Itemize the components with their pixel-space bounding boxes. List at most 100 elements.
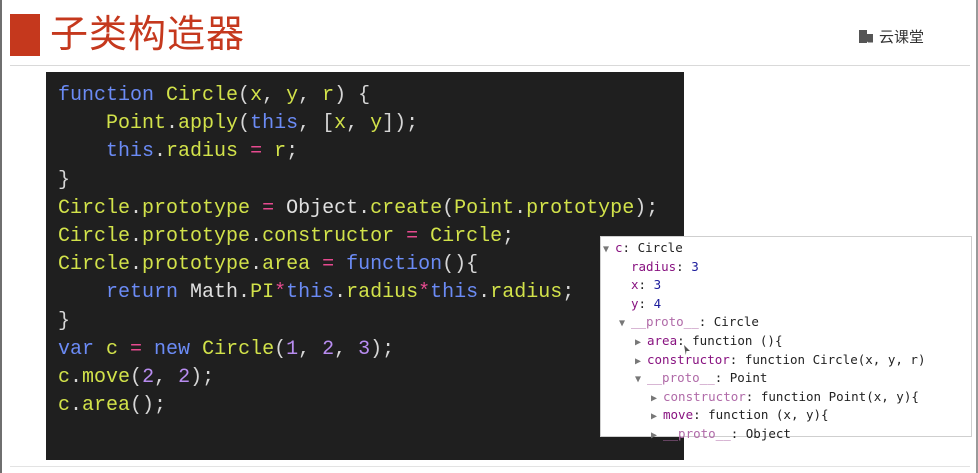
property-value: :	[638, 295, 654, 311]
inspector-row[interactable]: ▶ area: function (){	[601, 332, 971, 351]
slide-left-border	[0, 0, 2, 473]
collapsed-arrow-icon[interactable]: ▶	[651, 427, 663, 446]
cloud-classroom-icon	[858, 29, 873, 45]
property-value: : Circle	[698, 314, 759, 330]
code-token: ,	[262, 84, 287, 107]
slide-header: 子类构造器 云课堂	[0, 0, 978, 66]
code-token: Circle	[58, 224, 131, 248]
property-key: y	[631, 295, 639, 311]
code-token: .	[70, 365, 83, 389]
code-line: c.area();	[58, 392, 684, 420]
code-token: ,	[154, 365, 179, 389]
code-token: =	[118, 337, 155, 361]
code-token: area	[262, 253, 311, 277]
footer-divider	[10, 466, 970, 467]
property-value: 4	[653, 295, 662, 311]
code-line: }	[58, 167, 684, 195]
code-token: ;	[286, 140, 299, 164]
code-line: Circle.prototype.constructor = Circle;	[58, 223, 684, 251]
code-token: constructor	[262, 224, 395, 248]
code-token: =	[250, 196, 287, 220]
inspector-row[interactable]: ▶ constructor: function Point(x, y){	[601, 388, 971, 407]
code-token: Circle	[430, 224, 503, 248]
code-token: Point	[454, 196, 515, 220]
code-line: }	[58, 308, 684, 336]
code-token: .	[238, 281, 251, 305]
property-value: : function (x, y){	[693, 407, 829, 423]
code-token: apply	[178, 112, 239, 136]
code-token: x	[250, 84, 263, 107]
inspector-row[interactable]: ▼ __proto__: Point	[601, 369, 971, 388]
title-accent-bar	[10, 14, 40, 56]
property-value: 3	[653, 277, 662, 293]
code-line: Circle.prototype.area = function(){	[58, 251, 684, 279]
code-token: r	[322, 84, 335, 107]
code-token: =	[238, 140, 275, 164]
inspector-row[interactable]: ▼ c: Circle	[601, 239, 971, 258]
code-token: radius	[346, 281, 419, 305]
code-token: 1	[286, 337, 299, 361]
header-divider	[10, 65, 970, 66]
code-token: new	[154, 337, 203, 361]
inspector-row[interactable]: ▼ __proto__: Circle	[601, 313, 971, 332]
code-token: ,	[334, 337, 359, 361]
code-token: ;	[502, 224, 515, 248]
code-line: Point.apply(this, [x, y]);	[58, 110, 684, 138]
inspector-row[interactable]: ▶ __proto__: Object	[601, 425, 971, 444]
code-token: Object	[286, 196, 359, 220]
code-token: radius	[490, 281, 563, 305]
code-token: prototype	[142, 224, 251, 248]
property-key: area	[647, 332, 678, 348]
code-line: Circle.prototype = Object.create(Point.p…	[58, 195, 684, 223]
code-token: c	[106, 337, 119, 361]
inspector-row: radius: 3	[601, 258, 971, 277]
code-token: =	[310, 253, 347, 277]
property-value: : Object	[730, 425, 791, 441]
code-token: .	[250, 224, 263, 248]
code-token: *	[418, 281, 431, 305]
code-token: .	[250, 253, 263, 277]
code-token: .	[130, 196, 143, 220]
code-token: }	[58, 168, 71, 192]
code-token: ,	[346, 112, 371, 136]
code-token: this	[286, 281, 335, 305]
code-token: this	[430, 281, 479, 305]
code-token: (	[238, 112, 251, 136]
code-block: function Circle(x, y, r) { Point.apply(t…	[46, 72, 684, 460]
code-token: radius	[166, 140, 239, 164]
code-token: function	[346, 253, 443, 277]
code-token: this	[106, 140, 155, 164]
code-token: var	[58, 337, 107, 361]
code-token: this	[250, 112, 299, 136]
brand-logo-text: 云课堂	[878, 28, 924, 46]
code-token: .	[478, 281, 491, 305]
code-token: (	[238, 84, 251, 107]
property-key: __proto__	[647, 370, 715, 386]
code-token: , [	[298, 112, 335, 136]
property-value: : function Circle(x, y, r)	[729, 351, 926, 367]
code-token: Circle	[58, 196, 131, 220]
property-value: : Point	[714, 370, 768, 386]
code-token: ]);	[382, 112, 419, 136]
code-token: );	[370, 337, 395, 361]
inspector-row[interactable]: ▶ move: function (x, y){	[601, 406, 971, 425]
code-token: prototype	[142, 196, 251, 220]
property-value: 3	[691, 258, 699, 274]
code-token: =	[394, 224, 431, 248]
code-token: .	[334, 281, 347, 305]
code-token: PI	[250, 281, 275, 305]
code-token: Circle	[58, 253, 131, 277]
property-key: constructor	[663, 388, 746, 404]
code-token: move	[82, 365, 131, 389]
code-token: .	[166, 112, 179, 136]
code-token: Circle	[166, 84, 239, 107]
inspector-row[interactable]: ▶ constructor: function Circle(x, y, r)	[601, 351, 971, 370]
code-token: 2	[322, 337, 335, 361]
code-token: x	[334, 112, 347, 136]
code-line: c.move(2, 2);	[58, 364, 684, 392]
property-key: c	[615, 240, 623, 255]
code-token: Math	[190, 281, 239, 305]
